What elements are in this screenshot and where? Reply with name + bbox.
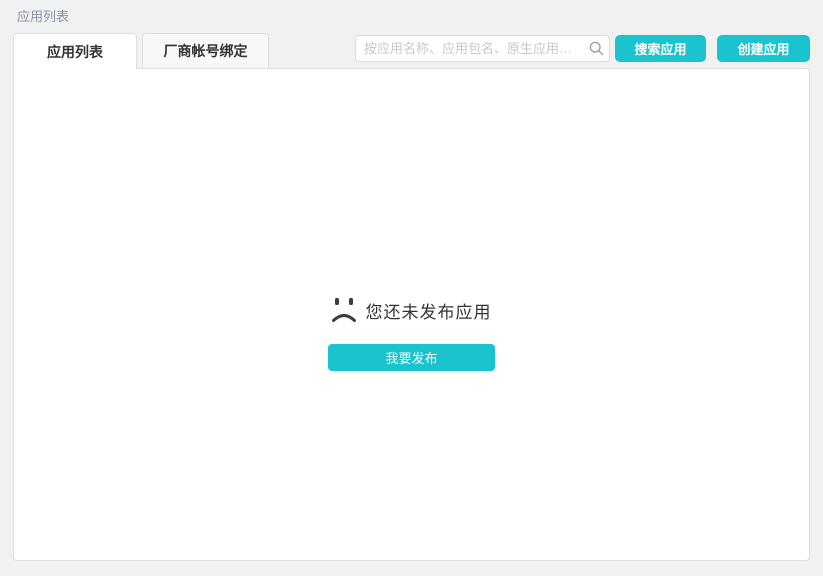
publish-button[interactable]: 我要发布	[328, 344, 495, 371]
search-app-button[interactable]: 搜索应用	[615, 35, 706, 62]
empty-state: 您还未发布应用 我要发布	[14, 69, 809, 371]
page-title: 应用列表	[0, 0, 823, 25]
app-management-page: 应用列表 应用列表 厂商帐号绑定 搜索应用 创建应用	[0, 0, 823, 576]
empty-message-row: 您还未发布应用	[332, 297, 492, 324]
search-icon	[589, 41, 604, 56]
empty-message: 您还未发布应用	[366, 298, 492, 323]
tab-bar: 应用列表 厂商帐号绑定	[13, 33, 269, 68]
tab-vendor-account-binding[interactable]: 厂商帐号绑定	[142, 33, 269, 68]
create-app-button[interactable]: 创建应用	[717, 35, 810, 62]
content-panel: 您还未发布应用 我要发布	[13, 68, 810, 561]
tab-app-list[interactable]: 应用列表	[13, 33, 137, 69]
toolbar: 搜索应用 创建应用	[355, 35, 810, 62]
sad-face-icon	[332, 297, 356, 324]
search-input[interactable]	[355, 35, 610, 62]
header-row: 应用列表 厂商帐号绑定 搜索应用 创建应用	[13, 33, 810, 68]
search-box	[355, 35, 610, 62]
